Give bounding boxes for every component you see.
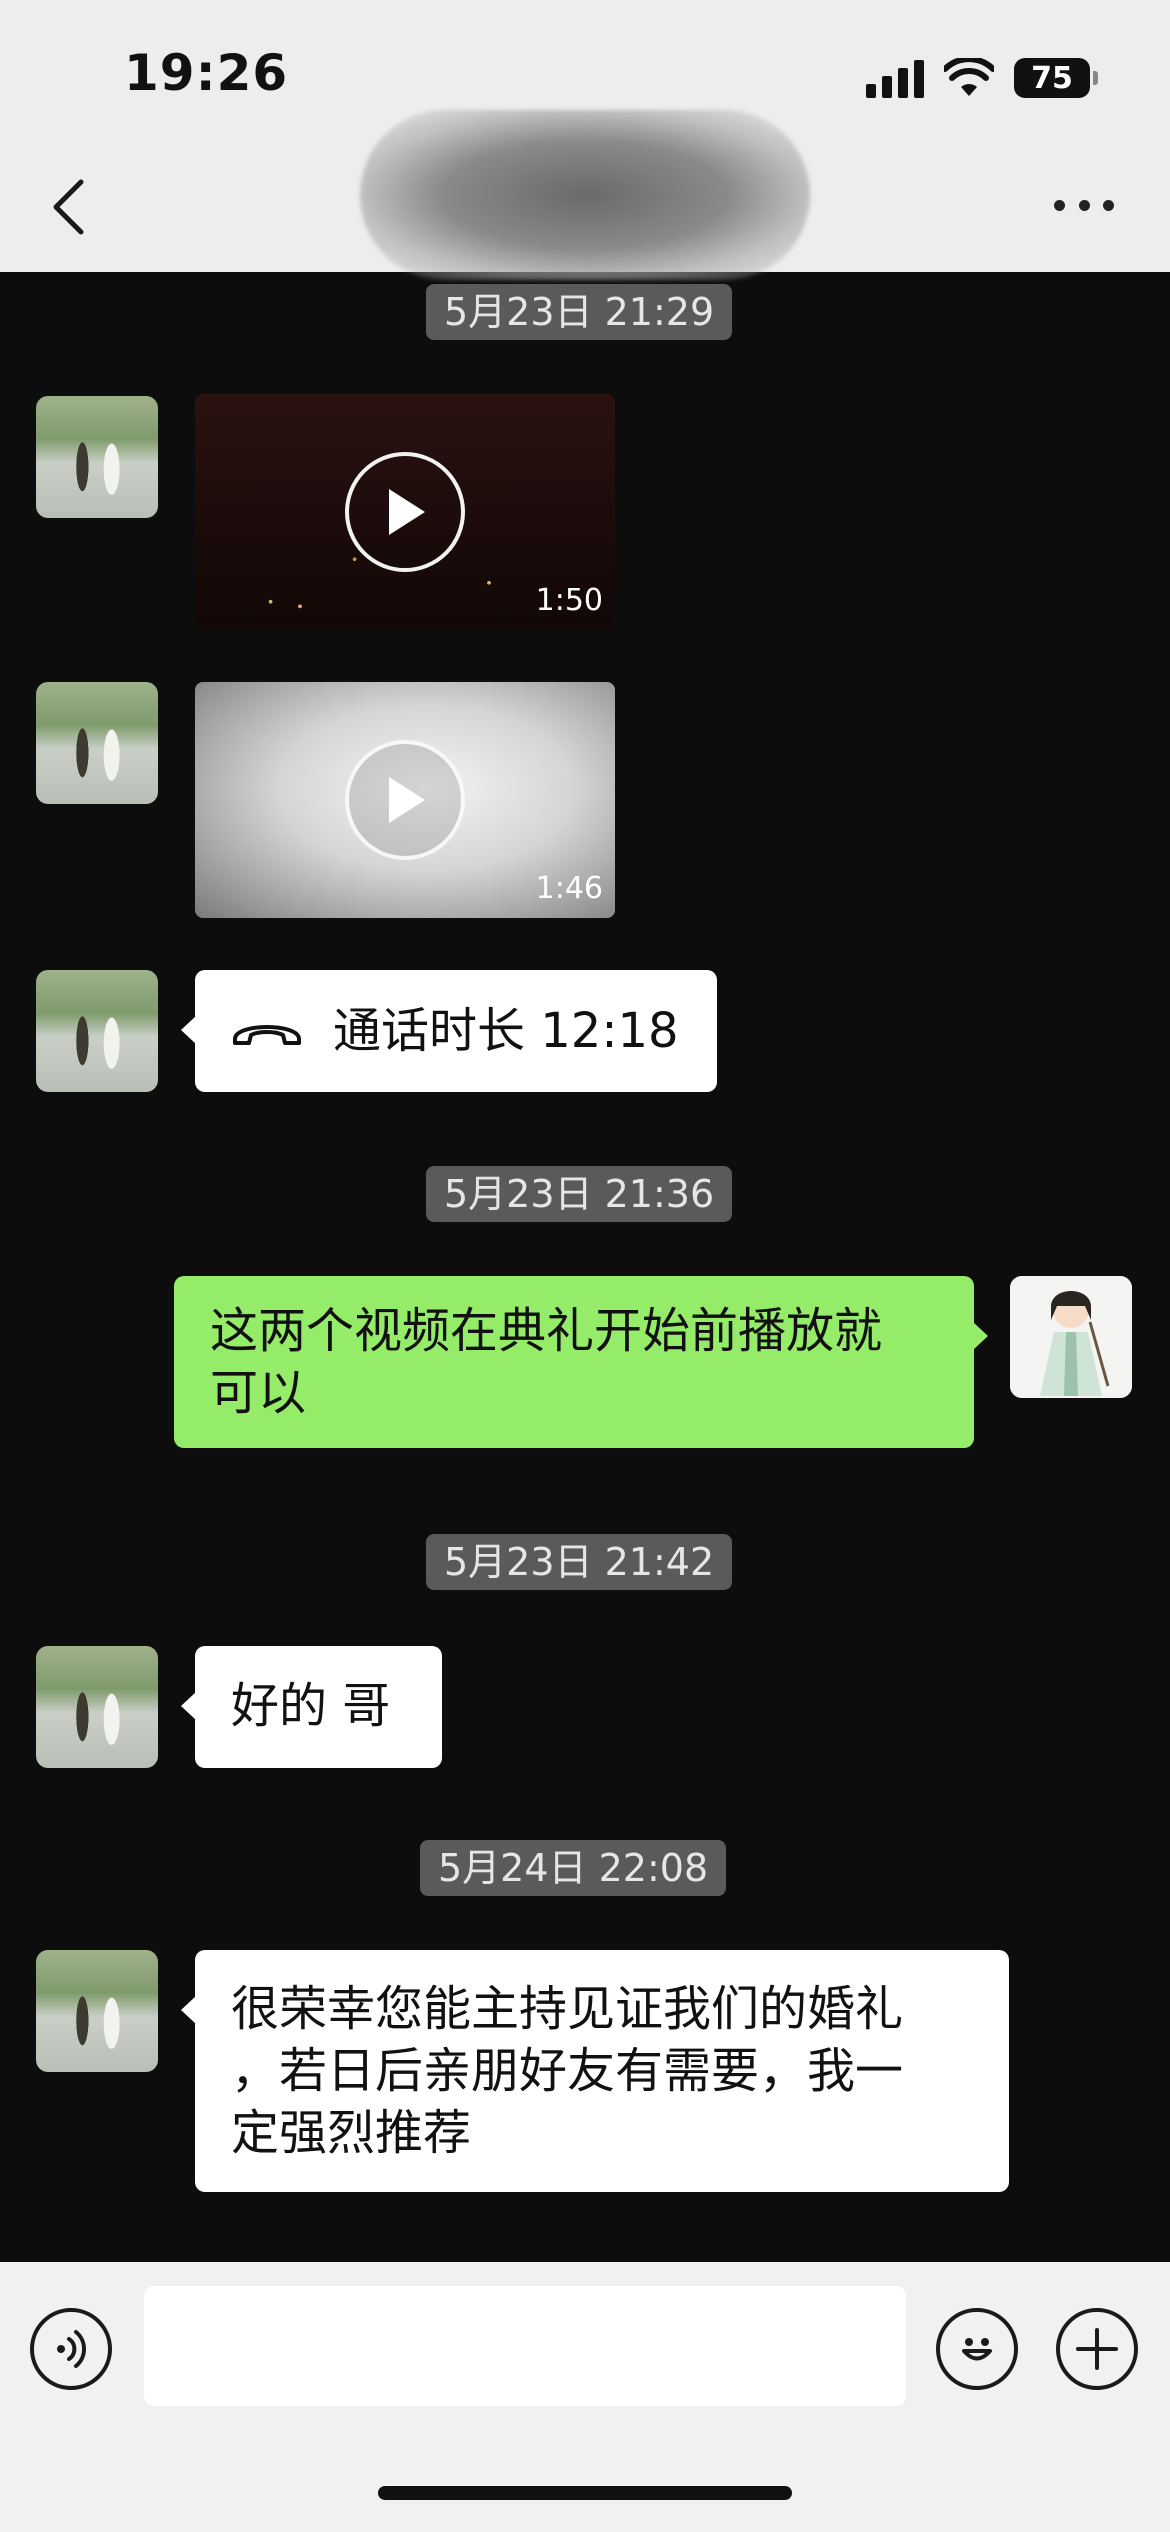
chevron-left-icon (53, 179, 84, 235)
call-duration-text: 通话时长 12:18 (333, 1003, 679, 1059)
emoji-button[interactable] (936, 2308, 1018, 2390)
play-icon[interactable] (345, 452, 465, 572)
more-dots-icon (1054, 199, 1065, 211)
status-time: 19:26 (124, 44, 289, 102)
plus-button[interactable] (1056, 2308, 1138, 2390)
more-button[interactable] (1054, 195, 1114, 215)
message-line: 好的 哥 (231, 1678, 391, 1734)
play-icon[interactable] (345, 740, 465, 860)
video-message[interactable]: 1:46 (195, 682, 615, 918)
contact-avatar[interactable] (36, 1646, 158, 1768)
chat-title-redacted (360, 110, 810, 280)
timestamp: 5月23日 21:36 (426, 1166, 733, 1222)
call-record-bubble[interactable]: 通话时长 12:18 (181, 970, 717, 1092)
message-line: 可以 (210, 1365, 307, 1421)
battery-level: 75 (1031, 60, 1073, 96)
message-line: 很荣幸您能主持见证我们的婚礼 (231, 1981, 904, 2037)
contact-avatar[interactable] (36, 970, 158, 1092)
my-avatar[interactable] (1010, 1276, 1132, 1398)
top-bar: 19:26 75 (0, 0, 1170, 280)
outgoing-text-bubble[interactable]: 这两个视频在典礼开始前播放就 可以 (174, 1276, 988, 1448)
message-input[interactable] (144, 2286, 906, 2406)
phone-hangup-icon (233, 1025, 301, 1045)
video-message[interactable]: 1:50 (195, 394, 615, 630)
message-line: 定强烈推荐 (231, 2105, 472, 2161)
emoji-icon (962, 2338, 992, 2361)
timestamp: 5月24日 22:08 (420, 1840, 727, 1896)
plus-icon (1076, 2328, 1118, 2370)
chat-screen: 19:26 75 5月23日 21:29 1:50 1:46 通话时长 12:1… (0, 0, 1170, 2532)
incoming-text-bubble[interactable]: 很荣幸您能主持见证我们的婚礼 ，若日后亲朋好友有需要，我一 定强烈推荐 (181, 1950, 1009, 2192)
timestamp: 5月23日 21:29 (426, 284, 733, 340)
contact-avatar[interactable] (36, 1950, 158, 2072)
wifi-icon (944, 58, 994, 96)
timestamp: 5月23日 21:42 (426, 1534, 733, 1590)
message-line: 这两个视频在典礼开始前播放就 (210, 1303, 883, 1359)
message-line: ，若日后亲朋好友有需要，我一 (231, 2043, 904, 2099)
incoming-text-bubble[interactable]: 好的 哥 (180, 1646, 443, 1768)
back-button[interactable] (40, 172, 96, 242)
home-indicator[interactable] (378, 2486, 792, 2500)
voice-input-icon (57, 2330, 87, 2368)
voice-button[interactable] (30, 2308, 112, 2390)
contact-avatar[interactable] (36, 682, 158, 804)
contact-avatar[interactable] (36, 396, 158, 518)
message-list[interactable]: 5月23日 21:29 1:50 1:46 通话时长 12:18 5月23日 2 (0, 272, 1170, 2262)
cellular-signal-icon (866, 58, 924, 98)
status-icons: 75 (866, 54, 1098, 102)
anime-character-icon (1010, 1276, 1132, 1398)
video-duration: 1:46 (535, 871, 603, 906)
video-duration: 1:50 (535, 583, 603, 618)
battery-icon: 75 (1014, 58, 1098, 98)
